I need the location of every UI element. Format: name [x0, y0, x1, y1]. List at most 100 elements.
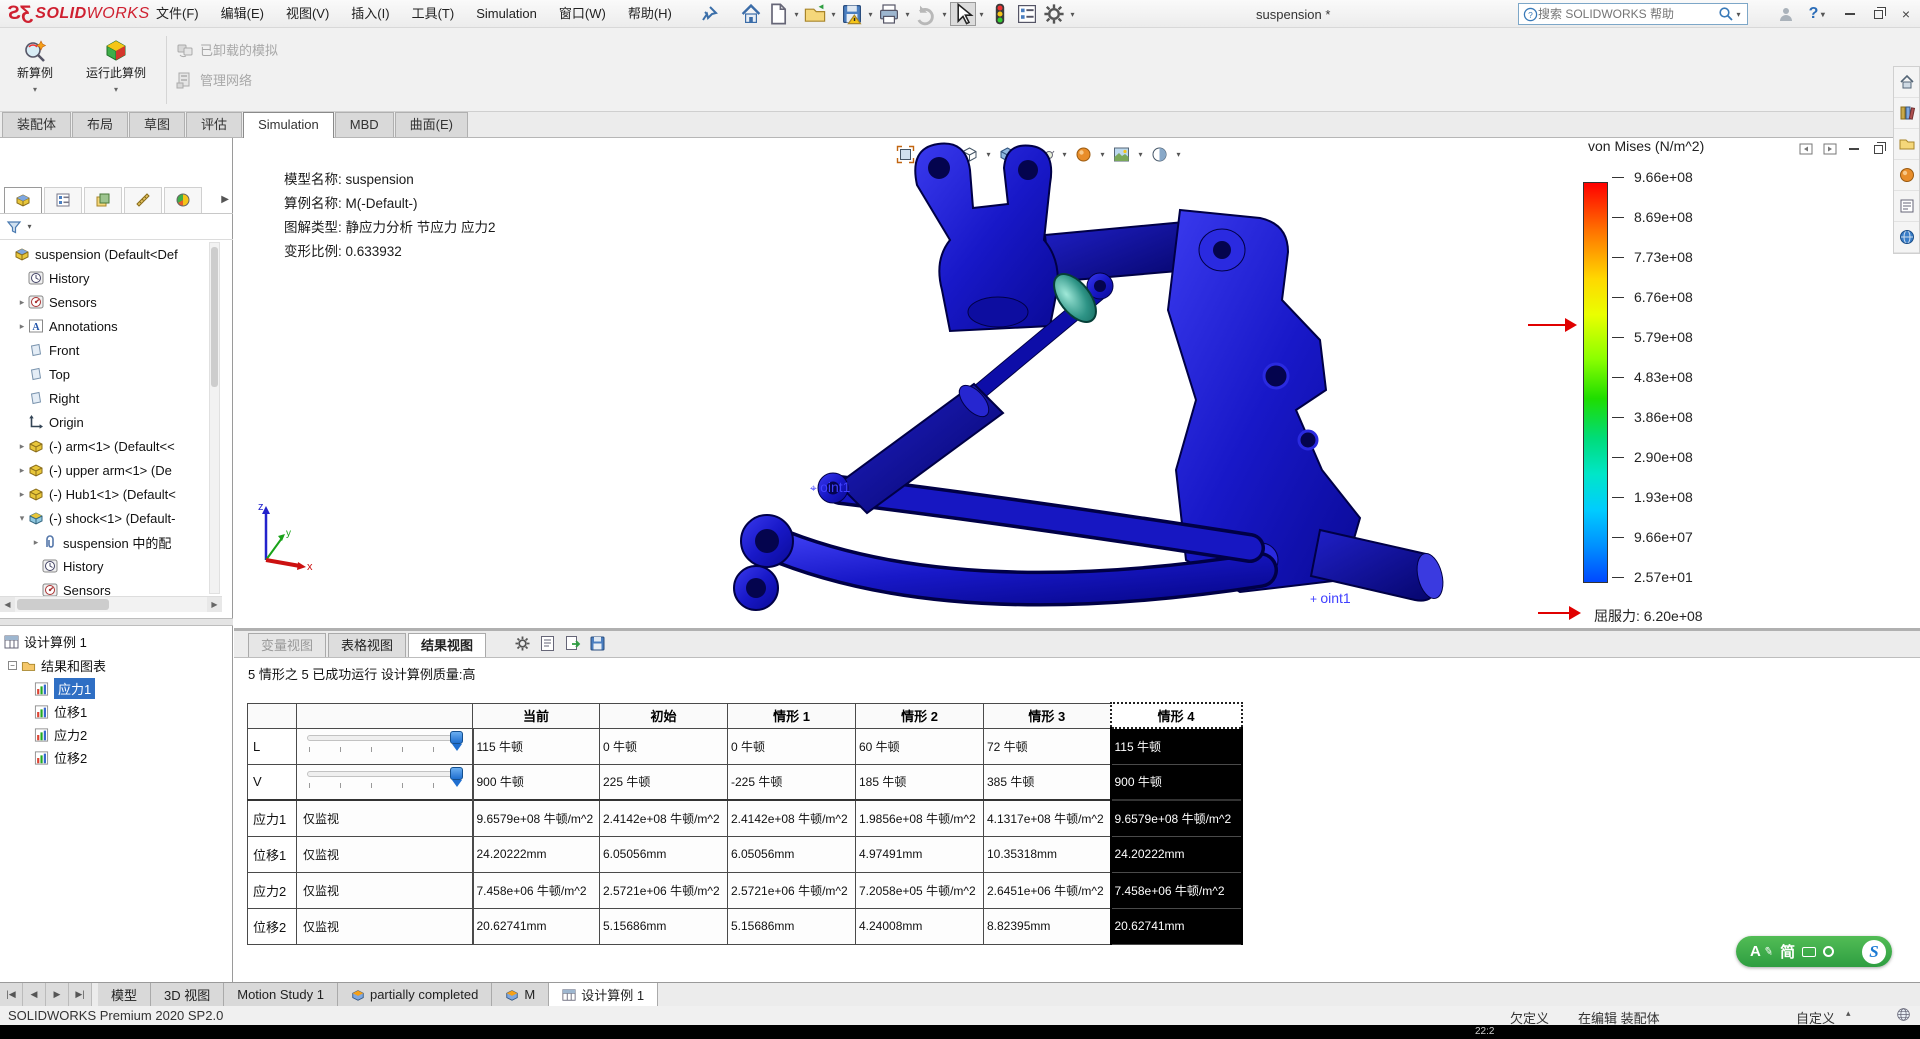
tree-item[interactable]: History	[0, 554, 220, 578]
expand-arrow-icon[interactable]: ▸	[16, 297, 28, 308]
expand-arrow-icon[interactable]: ▸	[16, 441, 28, 452]
menu-item-i[interactable]: 插入(I)	[340, 0, 400, 28]
settings-caret-icon[interactable]: ▾	[1068, 10, 1077, 19]
result-value-cell[interactable]: 8.82395mm	[984, 908, 1111, 944]
result-value-cell[interactable]: 225 牛顿	[600, 764, 728, 800]
menu-item-t[interactable]: 工具(T)	[401, 0, 466, 28]
expand-arrow-icon[interactable]: ▸	[30, 537, 42, 548]
tree-item[interactable]: suspension (Default<Def	[0, 242, 220, 266]
study-tab-表格视图[interactable]: 表格视图	[328, 633, 406, 657]
open-caret-icon[interactable]: ▾	[829, 10, 838, 19]
tab-nav-next-icon[interactable]: ▶	[46, 983, 69, 1006]
slider-thumb-icon[interactable]	[450, 731, 463, 744]
commandmanager-tab-MBD[interactable]: MBD	[335, 112, 394, 137]
expand-arrow-icon[interactable]: ▸	[16, 321, 28, 332]
result-value-cell[interactable]: 24.20222mm	[473, 836, 600, 872]
ime-settings-icon[interactable]	[1823, 946, 1834, 957]
result-value-cell[interactable]: 5.15686mm	[600, 908, 728, 944]
result-value-cell[interactable]: 2.6451e+06 牛顿/m^2	[984, 872, 1111, 908]
select-tool-button[interactable]	[950, 2, 976, 26]
filter-funnel-icon[interactable]	[6, 219, 22, 235]
restore-pane-icon[interactable]	[1868, 140, 1888, 158]
result-value-cell[interactable]: 9.6579e+08 牛顿/m^2	[1111, 800, 1242, 836]
save-caret-icon[interactable]: ▾	[866, 10, 875, 19]
result-plot-item[interactable]: 位移1	[0, 700, 233, 723]
parameter-slider-cell[interactable]	[297, 728, 473, 764]
filter-caret-icon[interactable]: ▾	[25, 222, 34, 231]
pane-previous-icon[interactable]	[1796, 140, 1816, 158]
graphics-viewport[interactable]: ▾▾▾▾▾▾▾ × 模型名称: suspension 算例名称: M(-Defa…	[234, 138, 1920, 628]
ime-keyboard-icon[interactable]	[1802, 947, 1816, 957]
hscrollbar-thumb[interactable]	[17, 599, 109, 610]
study-tab-结果视图[interactable]: 结果视图	[408, 633, 486, 657]
document-tab-3d-视图[interactable]: 3D 视图	[151, 983, 224, 1006]
configurationmanager-tab[interactable]	[84, 187, 122, 213]
search-caret-icon[interactable]: ▾	[1734, 10, 1743, 19]
result-value-cell[interactable]: 1.9856e+08 牛顿/m^2	[856, 800, 984, 836]
tab-nav-last-icon[interactable]: ▶|	[69, 983, 92, 1006]
result-value-cell[interactable]: 60 牛顿	[856, 728, 984, 764]
new-study-button[interactable]: 新算例 ▾	[4, 32, 66, 108]
document-tab-m[interactable]: M	[492, 983, 549, 1006]
file-explorer-icon[interactable]	[1894, 129, 1919, 160]
help-search-box[interactable]: ? ▾	[1518, 3, 1748, 25]
displaymanager-tab[interactable]	[164, 187, 202, 213]
tree-item[interactable]: ▸Sensors	[0, 290, 220, 314]
dimxpertmanager-tab[interactable]	[124, 187, 162, 213]
search-input[interactable]	[1538, 7, 1718, 21]
result-value-cell[interactable]: 2.4142e+08 牛顿/m^2	[728, 800, 856, 836]
case-column-header[interactable]: 情形 4	[1111, 703, 1242, 728]
document-tab-模型[interactable]: 模型	[98, 983, 151, 1006]
search-icon[interactable]	[1718, 6, 1734, 22]
expand-arrow-icon[interactable]: ▸	[16, 465, 28, 476]
commandmanager-tab-草图[interactable]: 草图	[129, 112, 185, 137]
tree-item[interactable]: ▸(-) Hub1<1> (Default<	[0, 482, 220, 506]
result-value-cell[interactable]: 4.24008mm	[856, 908, 984, 944]
result-value-cell[interactable]: 385 牛顿	[984, 764, 1111, 800]
new-study-caret-icon[interactable]: ▾	[33, 85, 37, 94]
menu-item-v[interactable]: 视图(V)	[275, 0, 340, 28]
ime-simplified-label[interactable]: 简	[1780, 941, 1795, 962]
ime-mode-label[interactable]: A	[1750, 943, 1761, 960]
tab-nav-first-icon[interactable]: |◀	[0, 983, 23, 1006]
result-plot-item[interactable]: 位移2	[0, 746, 233, 769]
expand-arrow-icon[interactable]: ▾	[16, 513, 28, 524]
result-plot-item[interactable]: 应力2	[0, 723, 233, 746]
tree-item[interactable]: Sensors	[0, 578, 220, 596]
tree-item[interactable]: ▸suspension 中的配	[0, 530, 220, 554]
joint1-annotation-2[interactable]: + oint1	[1310, 590, 1351, 606]
result-value-cell[interactable]: 7.2058e+05 牛顿/m^2	[856, 872, 984, 908]
result-value-cell[interactable]: 6.05056mm	[600, 836, 728, 872]
run-study-caret-icon[interactable]: ▾	[114, 85, 118, 94]
menu-item-h[interactable]: 帮助(H)	[617, 0, 683, 28]
run-study-button[interactable]: 运行此算例 ▾	[70, 32, 162, 108]
result-value-cell[interactable]: 185 牛顿	[856, 764, 984, 800]
results-folder-item[interactable]: −结果和图表	[0, 654, 233, 677]
tree-item[interactable]: ▸(-) arm<1> (Default<<	[0, 434, 220, 458]
tree-item[interactable]: ▸AAnnotations	[0, 314, 220, 338]
result-value-cell[interactable]: 24.20222mm	[1111, 836, 1242, 872]
print-button[interactable]	[876, 2, 902, 26]
undo-caret-icon[interactable]: ▾	[940, 10, 949, 19]
case-column-header[interactable]: 初始	[600, 703, 728, 728]
close-window-icon[interactable]: ×	[1892, 0, 1920, 28]
scroll-right-icon[interactable]: ▶	[207, 597, 222, 612]
document-tab-motion-study-1[interactable]: Motion Study 1	[224, 983, 338, 1006]
select-caret-icon[interactable]: ▾	[977, 10, 986, 19]
tree-vertical-scrollbar[interactable]	[209, 242, 220, 594]
menu-item-e[interactable]: 编辑(E)	[210, 0, 275, 28]
document-tab-设计算例-1[interactable]: 设计算例 1	[549, 983, 658, 1006]
tree-item[interactable]: History	[0, 266, 220, 290]
featuremanager-tab[interactable]	[4, 187, 42, 213]
tree-item[interactable]: ▸(-) upper arm<1> (De	[0, 458, 220, 482]
home-button[interactable]	[738, 2, 764, 26]
result-value-cell[interactable]: 115 牛顿	[1111, 728, 1242, 764]
pane-next-icon[interactable]	[1820, 140, 1840, 158]
result-value-cell[interactable]: 900 牛顿	[473, 764, 600, 800]
parameter-slider-cell[interactable]	[297, 764, 473, 800]
undo-button[interactable]	[913, 2, 939, 26]
custom-properties-icon[interactable]	[1894, 191, 1919, 222]
case-column-header[interactable]: 情形 1	[728, 703, 856, 728]
tree-item[interactable]: ▾(-) shock<1> (Default-	[0, 506, 220, 530]
case-column-header[interactable]: 情形 2	[856, 703, 984, 728]
